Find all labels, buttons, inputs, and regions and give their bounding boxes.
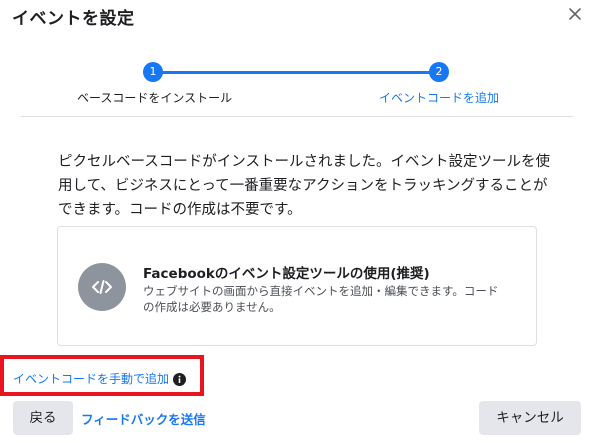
back-button[interactable]: 戻る — [13, 401, 73, 435]
add-event-code-manually-link[interactable]: イベントコードを手動で追加 — [13, 370, 169, 387]
dialog-title: イベントを設定 — [12, 9, 135, 29]
step-1-indicator: 1 — [143, 62, 163, 82]
option-card-description-line: の作成は必要ありません。 — [143, 300, 281, 314]
intro-text: ピクセルベースコードがインストールされました。イベント設定ツールを使 用して、ビ… — [58, 150, 550, 222]
cancel-button[interactable]: キャンセル — [479, 401, 581, 435]
info-icon[interactable] — [173, 371, 186, 386]
stepper-progress-line — [152, 71, 440, 74]
send-feedback-link[interactable]: フィードバックを送信 — [81, 409, 206, 428]
option-card-description: ウェブサイトの画面から直接イベントを追加・編集できます。コード の作成は必要あり… — [143, 283, 523, 315]
step-2-label[interactable]: イベントコードを追加 — [379, 89, 499, 106]
intro-line: できます。コードの作成は不要です。 — [58, 202, 302, 218]
intro-line: 用して、ビジネスにとって一番重要なアクションをトラッキングすることが — [58, 178, 548, 194]
intro-line: ピクセルベースコードがインストールされました。イベント設定ツールを使 — [58, 154, 550, 170]
setup-events-dialog: イベントを設定 1 2 ベースコードをインストール イベントコードを追加 ピクセ… — [0, 0, 590, 443]
step-2-indicator: 2 — [429, 62, 449, 82]
option-card-description-line: ウェブサイトの画面から直接イベントを追加・編集できます。コード — [143, 284, 499, 298]
step-1-label[interactable]: ベースコードをインストール — [77, 89, 232, 106]
option-card-title: Facebookのイベント設定ツールの使用(推奨) — [143, 266, 430, 282]
code-icon — [78, 263, 126, 311]
header-divider — [21, 116, 573, 117]
event-setup-tool-option-card[interactable]: Facebookのイベント設定ツールの使用(推奨) ウェブサイトの画面から直接イ… — [57, 226, 537, 346]
close-icon[interactable] — [567, 6, 583, 22]
